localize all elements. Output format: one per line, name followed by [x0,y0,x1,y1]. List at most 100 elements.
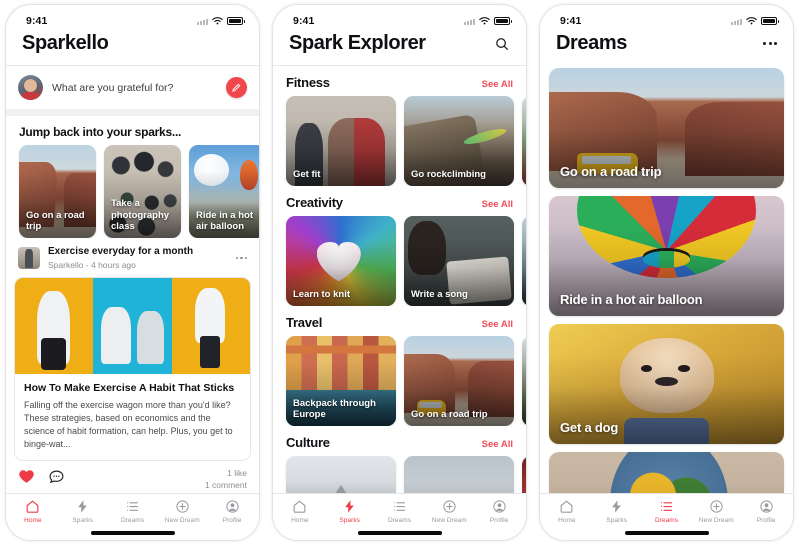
tab-bar[interactable]: Home Sparks Dreams New Dream Profile [540,493,793,526]
image-scrim [286,456,396,493]
post-meta: Exercise everyday for a month Sparkello … [48,246,228,270]
explorer-card-peek[interactable]: W [522,216,526,306]
explorer-card[interactable] [404,456,514,493]
status-indicators [197,16,245,26]
explorer-card[interactable]: Get fit [286,96,396,186]
comment-bubble-icon[interactable] [48,468,65,490]
article-text: How To Make Exercise A Habit That Sticks… [15,374,250,460]
spark-card[interactable]: Ride in a hot air balloon [189,145,259,238]
tab-label: New Dream [698,517,734,524]
tab-sparks[interactable]: Sparks [58,499,108,524]
sparks-carousel[interactable]: Go on a road trip Take a photography cla… [6,145,259,238]
carousel-fitness[interactable]: Get fit Go rockclimbing R [273,96,526,186]
section-header-creativity: Creativity See All [273,186,526,216]
tab-new-dream[interactable]: New Dream [691,499,741,524]
tab-home[interactable]: Home [542,499,592,524]
explorer-card[interactable]: Go rockclimbing [404,96,514,186]
tab-sparks[interactable]: Sparks [592,499,642,524]
screen-home: 9:41 Sparkello What are you grateful for… [6,5,259,540]
card-caption: Learn to knit [293,288,351,300]
explorer-card[interactable] [286,456,396,493]
spark-card[interactable]: Go on a road trip [19,145,96,238]
home-feed-scroll[interactable]: What are you grateful for? Jump back int… [6,66,259,493]
status-indicators [731,16,779,26]
dreams-scroll[interactable]: Go on a road trip Ride in a hot air ball… [540,65,793,493]
section-header-fitness: Fitness See All [273,66,526,96]
nav-bar-dreams: Dreams [540,31,793,65]
article-card[interactable]: How To Make Exercise A Habit That Sticks… [14,277,251,462]
spark-card[interactable]: Take a photography class [104,145,181,238]
tab-sparks[interactable]: Sparks [325,499,375,524]
card-caption: Backpack through Europe [293,397,376,420]
wifi-icon [212,17,223,25]
kebab-menu-icon[interactable] [235,256,247,260]
explorer-card[interactable]: Backpack through Europe [286,336,396,426]
explorer-card-peek[interactable]: R [522,96,526,186]
tab-label: Profile [489,517,509,524]
tab-home[interactable]: Home [275,499,325,524]
carousel-travel[interactable]: Backpack through Europe Go on a road tri… [273,336,526,426]
post-actions: 1 like 1 comment [6,461,259,493]
signal-dots-icon [731,18,742,25]
post-header[interactable]: Exercise everyday for a month Sparkello … [6,238,259,277]
status-bar: 9:41 [273,5,526,31]
tab-profile[interactable]: Profile [474,499,524,524]
compose-row[interactable]: What are you grateful for? [6,66,259,109]
see-all-link[interactable]: See All [482,199,513,210]
tab-new-dream[interactable]: New Dream [424,499,474,524]
heart-icon[interactable] [18,468,35,490]
explorer-card[interactable]: Learn to knit [286,216,396,306]
post-subtitle: Sparkello - 4 hours ago [48,260,136,270]
article-title: How To Make Exercise A Habit That Sticks [24,382,235,394]
tab-label: Dreams [120,517,145,524]
status-bar: 9:41 [540,5,793,31]
tab-bar[interactable]: Home Sparks Dreams New Dream Profile [6,493,259,526]
spark-card-caption: Ride in a hot air balloon [196,209,253,232]
home-indicator [6,526,259,540]
tab-label: Dreams [387,517,412,524]
dreams-list: Go on a road trip Ride in a hot air ball… [540,65,793,493]
tab-label: Profile [756,517,776,524]
see-all-link[interactable]: See All [482,79,513,90]
dream-card[interactable]: Ride in a hot air balloon [549,196,784,316]
search-icon[interactable] [494,36,510,52]
spark-card-caption: Go on a road trip [26,209,85,232]
tab-home[interactable]: Home [8,499,58,524]
carousel-culture[interactable] [273,456,526,493]
see-all-link[interactable]: See All [482,319,513,330]
tab-label: Sparks [339,517,360,524]
post-title: Exercise everyday for a month [48,246,194,257]
tab-dreams[interactable]: Dreams [642,499,692,524]
explorer-card[interactable]: Go on a road trip [404,336,514,426]
kebab-menu-icon[interactable] [763,42,777,45]
status-indicators [464,16,512,26]
compose-input[interactable]: What are you grateful for? [52,82,217,94]
explorer-card-peek[interactable] [522,456,526,493]
section-separator [6,109,259,116]
article-body: Falling off the exercise wagon more than… [24,400,233,450]
section-header-travel: Travel See All [273,306,526,336]
explorer-card-peek[interactable]: G [522,336,526,426]
screen-explorer: 9:41 Spark Explorer Fitness See All Get … [273,5,526,540]
carousel-creativity[interactable]: Learn to knit Write a song W [273,216,526,306]
see-all-link[interactable]: See All [482,439,513,450]
explorer-scroll[interactable]: Fitness See All Get fit Go rockclimbing … [273,66,526,493]
phone-3-dreams: 9:41 Dreams Go on a road trip Ride in a … [539,4,794,541]
battery-icon [761,17,779,25]
section-header-culture: Culture See All [273,426,526,456]
tab-bar[interactable]: Home Sparks Dreams New Dream Profile [273,493,526,526]
signal-dots-icon [464,18,475,25]
tab-new-dream[interactable]: New Dream [157,499,207,524]
dream-card[interactable] [549,452,784,493]
dream-card[interactable]: Get a dog [549,324,784,444]
tab-profile[interactable]: Profile [207,499,257,524]
tab-dreams[interactable]: Dreams [375,499,425,524]
tab-profile[interactable]: Profile [741,499,791,524]
pencil-icon[interactable] [226,77,247,98]
tab-dreams[interactable]: Dreams [108,499,158,524]
dream-card[interactable]: Go on a road trip [549,68,784,188]
explorer-card[interactable]: Write a song [404,216,514,306]
like-count: 1 like [227,468,247,479]
tab-label: Sparks [606,517,627,524]
screenshot-stage: 9:41 Sparkello What are you grateful for… [0,0,800,545]
